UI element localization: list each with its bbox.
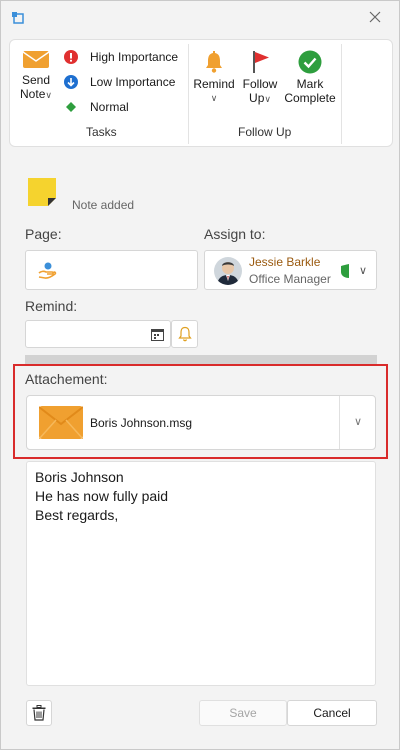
chevron-down-icon: ∨ [45,90,52,100]
mark-complete-label-2: Complete [284,91,336,105]
save-button[interactable]: Save [199,700,287,726]
follow-up-label-1: Follow [242,77,278,91]
avatar [214,257,242,285]
tasks-group-label: Tasks [86,125,117,139]
page-label: Page: [25,226,62,242]
chevron-down-icon[interactable]: ∨ [341,412,375,432]
trash-icon [32,705,46,721]
mark-complete-button[interactable]: Mark Complete [282,50,338,105]
attachment-item[interactable]: Boris Johnson.msg ∨ [26,395,376,450]
checkmark-icon [298,50,322,74]
chevron-down-icon: ∨ [264,94,271,104]
exclamation-icon [64,50,78,64]
follow-up-button[interactable]: Follow Up∨ [238,50,282,106]
diamond-icon [66,102,76,112]
normal-importance-label: Normal [90,100,129,114]
assignee-role: Office Manager [249,272,331,286]
remind-date-input[interactable] [25,320,171,348]
sticky-note-icon [26,176,58,213]
app-icon [11,11,25,25]
body-line: Best regards, [35,507,119,523]
page-hand-icon [38,262,57,279]
assign-to-field[interactable]: Jessie Barkle Office Manager ∨ [204,250,377,290]
send-note-button[interactable]: Send Note∨ [14,48,58,102]
chevron-down-icon[interactable]: ∨ [353,261,373,281]
calendar-icon[interactable] [151,328,164,341]
body-line: Boris Johnson [35,469,124,485]
flag-icon [253,51,269,73]
body-line: He has now fully paid [35,488,169,504]
follow-up-label-2: Up [249,91,265,105]
assignee-name: Jessie Barkle [249,255,321,269]
envelope-icon [39,406,83,439]
follow-up-group-label: Follow Up [238,125,292,139]
envelope-icon [22,51,50,68]
delete-button[interactable] [26,700,52,726]
high-importance-label: High Importance [90,50,179,64]
low-importance-item[interactable]: Low Importance [64,75,175,89]
send-note-label-2: Note [20,87,46,101]
chevron-down-icon: ∨ [210,93,218,103]
page-field[interactable] [25,250,198,290]
remind-button[interactable]: Remind ∨ [192,50,236,105]
reminder-bell-button[interactable] [171,320,198,348]
remind-label: Remind [193,77,235,91]
remind-label: Remind: [25,298,78,314]
shield-check-icon [341,264,349,278]
send-note-label-2-row: Note∨ [14,87,58,102]
assign-to-label: Assign to: [204,226,266,242]
bell-icon [178,326,192,342]
attachment-label: Attachement: [25,371,108,387]
follow-up-label-2-row: Up∨ [238,91,282,106]
close-icon[interactable] [367,9,383,25]
mark-complete-label-1: Mark [296,77,324,91]
cancel-button[interactable]: Cancel [287,700,377,726]
normal-importance-item[interactable]: Normal [64,100,129,114]
down-arrow-icon [64,75,78,89]
task-note-window: Send Note∨ High Importance Low Importanc… [0,0,400,750]
attachment-file-name: Boris Johnson.msg [90,416,193,430]
send-note-label-1: Send [21,73,51,87]
attachment-divider [339,396,340,449]
ribbon-divider [188,44,189,144]
ribbon: Send Note∨ High Importance Low Importanc… [9,39,393,147]
note-status: Note added [72,198,135,212]
note-body-textarea[interactable]: Boris Johnson He has now fully paid Best… [26,461,376,686]
high-importance-item[interactable]: High Importance [64,50,178,64]
low-importance-label: Low Importance [90,75,176,89]
ribbon-divider [341,44,342,144]
bell-icon [206,51,222,73]
